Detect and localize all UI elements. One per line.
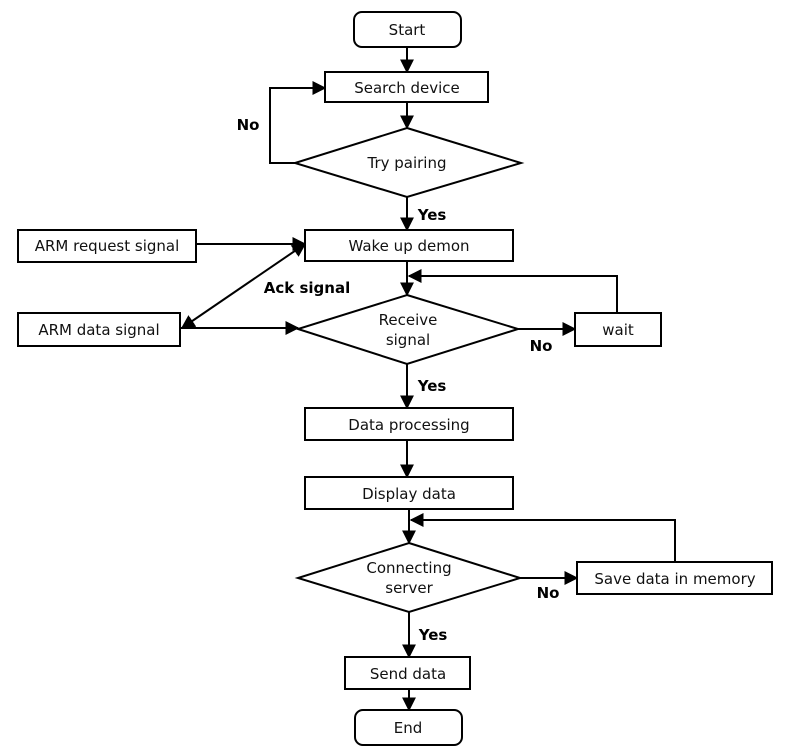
edge-label-no: No [530,337,553,355]
node-receive-signal: Receive signal [294,293,522,366]
node-label: Receive [379,311,438,329]
node-label: server [385,579,433,597]
node-label: Data processing [348,416,469,434]
node-data-processing: Data processing [304,407,514,441]
edge-label-no: No [237,116,260,134]
node-display-data: Display data [304,476,514,510]
flowchart: Start Search device Try pairing Wake up … [17,11,773,746]
node-label: ARM data signal [38,321,159,339]
node-send-data: Send data [344,656,471,690]
edge-label-no: No [537,584,560,602]
node-label: Start [389,21,426,39]
node-connecting-server: Connecting server [294,541,524,614]
node-label: Try pairing [366,154,446,172]
node-label: Search device [354,79,460,97]
edge-label-yes: Yes [417,377,447,395]
node-wake-up-demon: Wake up demon [304,229,514,262]
node-search-device: Search device [324,71,489,103]
node-label: ARM request signal [35,237,180,255]
edge-label-ack-signal: Ack signal [264,279,350,297]
node-label: Display data [362,485,456,503]
edge-label-yes: Yes [418,626,448,644]
node-label: Send data [370,665,446,683]
node-try-pairing: Try pairing [291,126,525,199]
arrow-pairing-no-loop [269,81,327,164]
node-label: Wake up demon [348,237,469,255]
node-arm-request-signal: ARM request signal [17,229,197,263]
node-end: End [354,709,463,746]
node-start: Start [353,11,462,48]
node-label: End [394,719,423,737]
node-arm-data-signal: ARM data signal [17,312,181,347]
node-label: Connecting [366,559,451,577]
node-save-data: Save data in memory [576,561,773,595]
node-label: Save data in memory [594,570,755,588]
node-label: wait [602,321,634,339]
edge-label-yes: Yes [417,206,447,224]
node-wait: wait [574,312,662,347]
node-label: signal [386,331,430,349]
